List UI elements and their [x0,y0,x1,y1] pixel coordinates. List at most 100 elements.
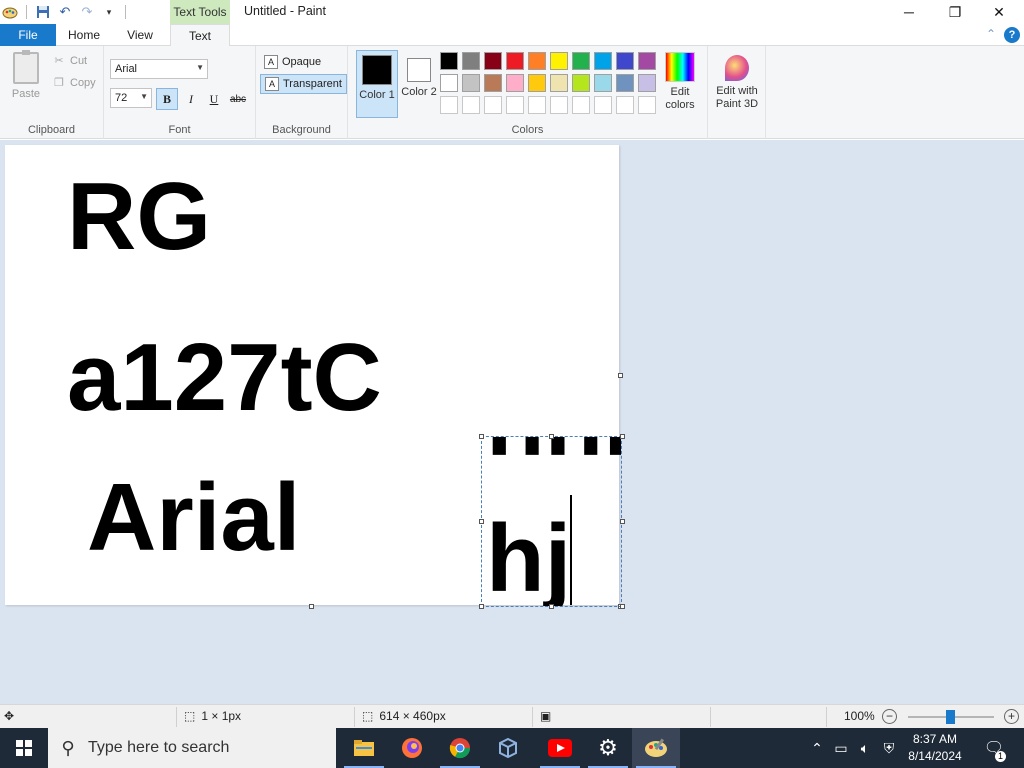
palette-color-swatch[interactable] [572,96,590,114]
status-divider [710,707,711,727]
edit-with-paint3d-button[interactable]: Edit with Paint 3D [710,52,764,111]
underline-button[interactable]: U [203,88,225,110]
text-box-handle-r[interactable] [620,519,625,524]
volume-icon[interactable]: 🔈︎ [854,728,876,768]
tab-file[interactable]: File [0,24,56,46]
palette-color-swatch[interactable] [484,52,502,70]
palette-color-swatch[interactable] [528,96,546,114]
tab-home[interactable]: Home [56,24,112,46]
text-box-handle-t[interactable] [549,434,554,439]
color2-button[interactable]: Color 2 [398,50,440,118]
security-icon[interactable]: ⛨ [878,728,900,768]
palette-color-swatch[interactable] [572,52,590,70]
palette-color-swatch[interactable] [506,96,524,114]
palette-color-swatch[interactable] [638,52,656,70]
palette-color-swatch[interactable] [638,96,656,114]
taskbar-search-box[interactable]: ⚲ Type here to search [48,728,336,768]
taskbar-clock[interactable]: 8:37 AM 8/14/2024 [900,731,970,765]
color1-button[interactable]: Color 1 [356,50,398,118]
save-icon[interactable] [35,4,51,20]
paste-button[interactable]: Paste [8,50,44,100]
palette-color-swatch[interactable] [462,74,480,92]
text-box-handle-tr[interactable] [620,434,625,439]
palette-color-swatch[interactable] [550,52,568,70]
bold-button[interactable]: B [156,88,178,110]
active-text-box[interactable]: hhh hj [481,436,622,607]
strikethrough-button[interactable]: abc [226,88,250,110]
palette-color-swatch[interactable] [638,74,656,92]
undo-icon[interactable]: ↶ [57,4,73,20]
text-box-handle-br[interactable] [620,604,625,609]
canvas-text-arial: Arial [87,464,301,571]
tab-text[interactable]: Text [170,24,230,47]
italic-button[interactable]: I [180,88,202,110]
copy-button[interactable]: ❐ Copy [52,76,96,90]
palette-color-swatch[interactable] [462,96,480,114]
cursor-position-icon: ✥ [4,709,15,723]
palette-color-swatch[interactable] [616,96,634,114]
font-size-select[interactable]: 72 ▼ [110,88,152,108]
clipboard-icon [13,50,39,84]
chrome-icon[interactable] [436,728,484,768]
palette-color-swatch[interactable] [440,96,458,114]
tab-view[interactable]: View [112,24,168,46]
toolbar-divider [125,5,126,19]
zoom-in-button[interactable]: + [1004,709,1019,724]
palette-color-swatch[interactable] [440,52,458,70]
toolbar-divider [26,5,27,19]
palette-color-swatch[interactable] [506,74,524,92]
palette-color-swatch[interactable] [594,52,612,70]
palette-color-swatch[interactable] [594,96,612,114]
customize-quick-access-icon[interactable]: ▾ [101,4,117,20]
redo-icon[interactable]: ↷ [79,4,95,20]
canvas-resize-handle-right[interactable] [618,373,623,378]
palette-color-swatch[interactable] [550,74,568,92]
palette-color-swatch[interactable] [616,52,634,70]
file-explorer-icon[interactable] [340,728,388,768]
minimize-button[interactable]: ─ [886,0,932,24]
paint-icon[interactable] [632,728,680,768]
text-box-handle-bl[interactable] [479,604,484,609]
zoom-slider-thumb[interactable] [946,710,955,724]
cut-button[interactable]: ✂ Cut [52,54,87,68]
start-button[interactable] [0,728,48,768]
font-group: Arial ▼ 72 ▼ B I U abc Font [104,46,256,139]
maximize-button[interactable]: ❐ [932,0,978,24]
palette-color-swatch[interactable] [440,74,458,92]
zoom-out-button[interactable]: − [882,709,897,724]
firefox-icon[interactable] [388,728,436,768]
palette-color-swatch[interactable] [506,52,524,70]
text-box-handle-b[interactable] [549,604,554,609]
transparent-button[interactable]: A Transparent [260,74,347,94]
show-hidden-icons-chevron-icon[interactable]: ⌃ [808,728,826,768]
canvas-workspace[interactable]: RG a127tC Arial [0,140,1024,704]
text-box-handle-l[interactable] [479,519,484,524]
virtualbox-icon[interactable] [484,728,532,768]
palette-color-swatch[interactable] [550,96,568,114]
canvas-resize-handle-bottom[interactable] [309,604,314,609]
font-size-value: 72 [115,92,128,104]
opaque-button[interactable]: A Opaque [260,52,325,72]
palette-color-swatch[interactable] [484,96,502,114]
palette-color-swatch[interactable] [528,52,546,70]
collapse-ribbon-icon[interactable]: ⌃ [986,27,996,41]
edit-colors-button[interactable]: Edit colors [660,52,700,112]
settings-icon[interactable]: ⚙ [584,728,632,768]
palette-color-swatch[interactable] [572,74,590,92]
ribbon-tabs: File Home View Text ⌃ ? [0,24,1024,47]
zoom-level: 100% [844,709,875,723]
close-button[interactable]: ✕ [976,0,1022,24]
palette-color-swatch[interactable] [484,74,502,92]
palette-color-swatch[interactable] [594,74,612,92]
text-box-content: hhh hj [482,437,621,606]
palette-color-swatch[interactable] [462,52,480,70]
text-box-handle-tl[interactable] [479,434,484,439]
help-icon[interactable]: ? [1004,27,1020,43]
youtube-icon[interactable] [536,728,584,768]
palette-color-swatch[interactable] [528,74,546,92]
palette-color-swatch[interactable] [616,74,634,92]
font-family-select[interactable]: Arial ▼ [110,59,208,79]
network-icon[interactable]: ▭ [830,728,852,768]
paint-app-icon[interactable] [2,4,18,20]
notification-center-icon[interactable]: 🗨︎ 1 [978,728,1010,768]
